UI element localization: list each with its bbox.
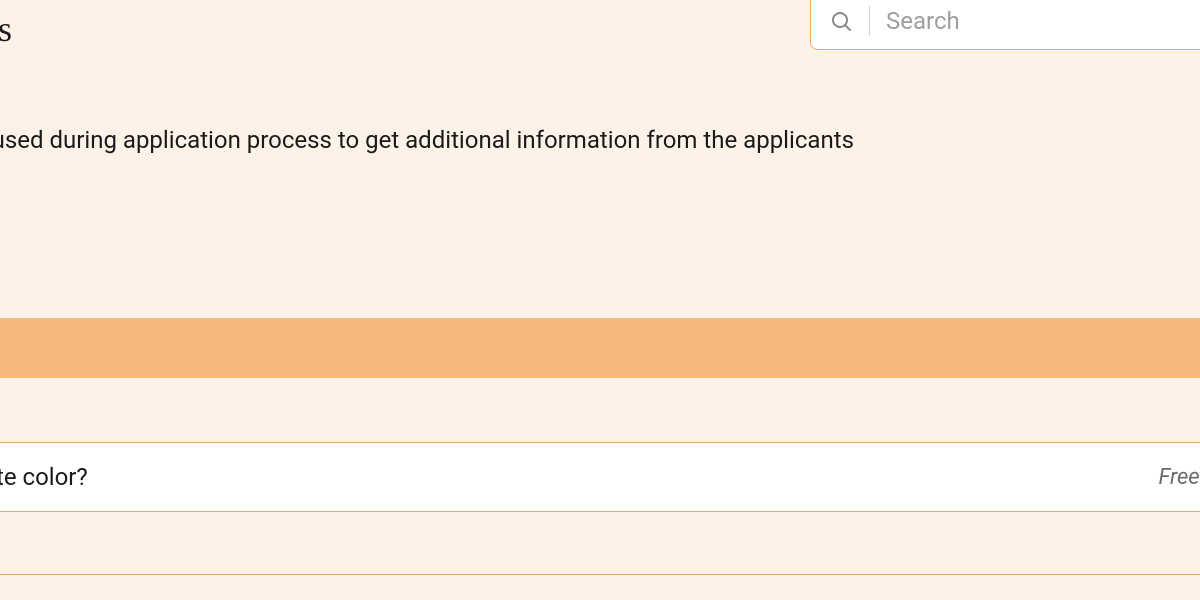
section-header-bar <box>0 318 1200 378</box>
search-input[interactable] <box>886 7 1197 35</box>
question-row[interactable]: avorite color? Free t <box>0 442 1200 512</box>
question-type-label: Free t <box>1158 465 1200 490</box>
divider <box>0 574 1200 575</box>
search-divider <box>869 6 870 36</box>
search-icon <box>829 9 853 33</box>
page-title: ions <box>0 8 12 50</box>
question-text: avorite color? <box>0 463 88 491</box>
page-header: ions <box>0 0 1200 70</box>
page-description: are used during application process to g… <box>0 70 854 154</box>
search-field[interactable] <box>810 0 1200 50</box>
